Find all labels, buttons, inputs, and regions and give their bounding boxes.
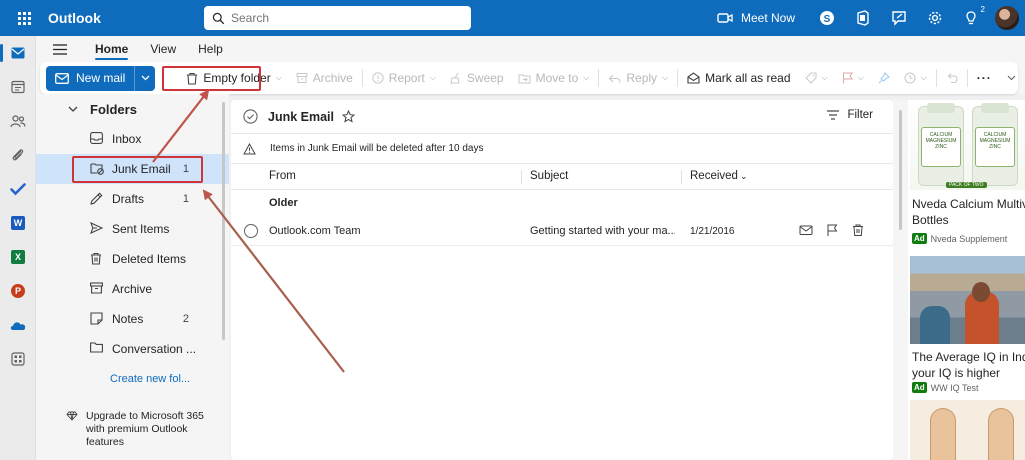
arrow-to-junk-email <box>202 189 345 373</box>
annotation-arrows <box>152 89 345 373</box>
arrow-to-empty-folder <box>152 89 210 163</box>
